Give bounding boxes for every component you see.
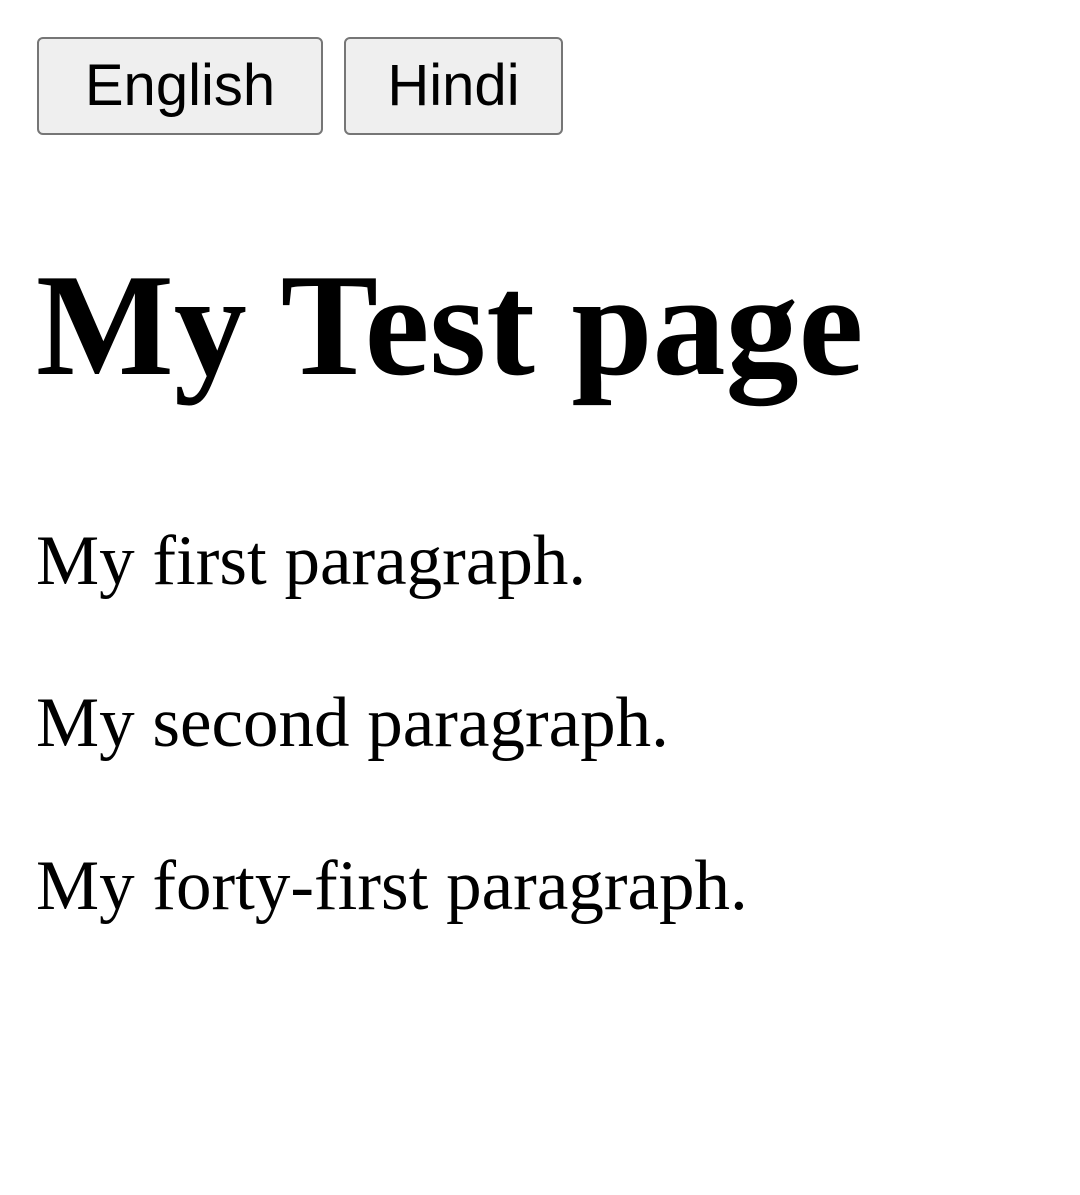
hindi-button[interactable]: Hindi [344,37,563,135]
language-toolbar: English Hindi [37,37,563,135]
page-title: My Test page [36,244,864,406]
english-button[interactable]: English [37,37,323,135]
paragraph-forty-first: My forty-first paragraph. [36,847,748,925]
paragraph-second: My second paragraph. [36,684,669,762]
paragraph-first: My first paragraph. [36,522,587,600]
